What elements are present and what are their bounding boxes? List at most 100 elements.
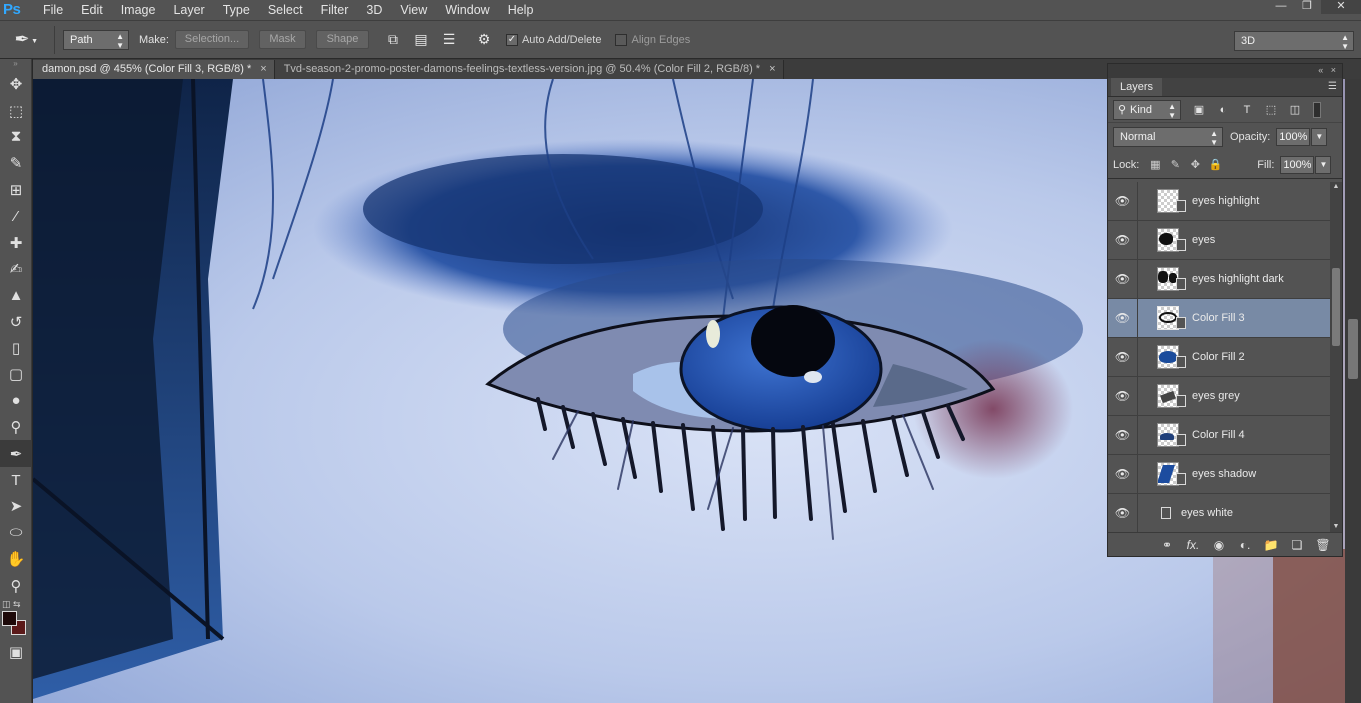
layer-row-color-fill-2[interactable]: 👁 Color Fill 2: [1108, 337, 1330, 377]
canvas-vertical-scrollbar[interactable]: [1345, 79, 1361, 703]
pen-tool-icon[interactable]: ✒: [0, 440, 32, 467]
make-shape-button[interactable]: Shape: [315, 30, 369, 49]
visibility-eye-icon[interactable]: 👁: [1108, 259, 1138, 299]
lock-transparency-icon[interactable]: ▦: [1145, 156, 1165, 174]
marquee-tool-icon[interactable]: ⬚: [0, 97, 32, 123]
menu-filter[interactable]: Filter: [312, 0, 358, 20]
lasso-tool-icon[interactable]: ⧗: [0, 124, 32, 150]
layer-row-eyes-grey[interactable]: 👁 eyes grey: [1108, 376, 1330, 416]
visibility-eye-icon[interactable]: 👁: [1108, 337, 1138, 377]
path-operations-icon[interactable]: ⧉: [382, 29, 404, 51]
default-colors-icon[interactable]: ◫ ⇆: [2, 599, 21, 610]
blur-tool-icon[interactable]: ●: [0, 388, 32, 414]
scroll-thumb[interactable]: [1348, 319, 1358, 379]
path-arrangement-icon[interactable]: ☰: [438, 29, 460, 51]
dodge-tool-icon[interactable]: ⚲: [0, 414, 32, 440]
layers-scrollbar[interactable]: ▲ ▼: [1330, 182, 1342, 532]
shape-layer-filter-icon[interactable]: ⬚: [1261, 101, 1281, 119]
lock-image-icon[interactable]: ✎: [1165, 156, 1185, 174]
align-edges-checkbox[interactable]: [615, 33, 628, 46]
align-edges-option[interactable]: Align Edges: [615, 33, 690, 46]
hand-tool-icon[interactable]: ✋: [0, 546, 32, 572]
close-icon[interactable]: ✕: [1321, 0, 1361, 14]
workspace-select[interactable]: 3D ▲ ▼: [1234, 31, 1354, 51]
visibility-eye-icon[interactable]: 👁: [1108, 376, 1138, 416]
visibility-eye-icon[interactable]: 👁: [1108, 182, 1138, 221]
auto-add-delete-checkbox[interactable]: ✓: [505, 33, 518, 46]
layer-style-icon[interactable]: fx.: [1180, 538, 1206, 552]
zoom-tool-icon[interactable]: ⚲: [0, 572, 32, 598]
visibility-eye-icon[interactable]: 👁: [1108, 454, 1138, 494]
layer-row-eyes[interactable]: 👁 eyes: [1108, 220, 1330, 260]
close-icon[interactable]: ×: [260, 60, 266, 79]
tool-preset-picker[interactable]: ✒ ▼: [0, 26, 44, 54]
close-icon[interactable]: ×: [769, 60, 775, 79]
auto-add-delete-option[interactable]: ✓ Auto Add/Delete: [505, 33, 601, 46]
menu-layer[interactable]: Layer: [164, 0, 213, 20]
lock-all-icon[interactable]: 🔒: [1205, 156, 1225, 174]
tab-damon-psd[interactable]: damon.psd @ 455% (Color Fill 3, RGB/8) *…: [33, 60, 275, 79]
new-layer-icon[interactable]: ❏: [1284, 538, 1310, 552]
lock-position-icon[interactable]: ✥: [1185, 156, 1205, 174]
pixel-layer-filter-icon[interactable]: ▣: [1189, 101, 1209, 119]
add-mask-icon[interactable]: ◉: [1206, 538, 1232, 552]
opacity-field[interactable]: 100%: [1276, 128, 1311, 146]
move-tool-icon[interactable]: ✥: [0, 71, 32, 97]
chevron-down-icon[interactable]: ▼: [1315, 155, 1332, 174]
pen-mode-select[interactable]: Path ▲ ▼: [63, 29, 129, 50]
chevron-down-icon[interactable]: ▼: [1311, 128, 1328, 146]
scroll-up-icon[interactable]: ▲: [1330, 182, 1342, 192]
eyedropper-tool-icon[interactable]: ⁄: [0, 203, 32, 229]
spot-healing-tool-icon[interactable]: ✚: [0, 229, 32, 255]
make-mask-button[interactable]: Mask: [258, 30, 306, 49]
new-group-icon[interactable]: 📁: [1258, 538, 1284, 552]
menu-view[interactable]: View: [391, 0, 436, 20]
layer-row-color-fill-3[interactable]: 👁 Color Fill 3: [1108, 298, 1330, 338]
quick-selection-tool-icon[interactable]: ✎: [0, 150, 32, 176]
scroll-thumb[interactable]: [1332, 268, 1340, 346]
layer-row-eyes-highlight-dark[interactable]: 👁 eyes highlight dark: [1108, 259, 1330, 299]
layer-row-eyes-shadow[interactable]: 👁 eyes shadow: [1108, 454, 1330, 494]
visibility-eye-icon[interactable]: 👁: [1108, 493, 1138, 532]
menu-select[interactable]: Select: [259, 0, 312, 20]
layer-row-eyes-white[interactable]: 👁 eyes white: [1108, 493, 1330, 532]
foreground-color-swatch[interactable]: [2, 610, 17, 626]
collapse-panel-icon[interactable]: « ×: [1318, 65, 1336, 75]
crop-tool-icon[interactable]: ⊞: [0, 177, 32, 203]
brush-tool-icon[interactable]: ✍: [0, 256, 32, 282]
visibility-eye-icon[interactable]: 👁: [1108, 415, 1138, 455]
clone-stamp-tool-icon[interactable]: ▲: [0, 282, 32, 308]
tab-layers[interactable]: Layers: [1111, 78, 1163, 96]
layer-row-color-fill-4[interactable]: 👁 Color Fill 4: [1108, 415, 1330, 455]
make-selection-button[interactable]: Selection...: [174, 30, 249, 49]
blend-mode-select[interactable]: Normal ▲ ▼: [1113, 127, 1223, 147]
visibility-eye-icon[interactable]: 👁: [1108, 220, 1138, 260]
layer-row-eyes-highlight[interactable]: 👁 eyes highlight: [1108, 182, 1330, 221]
minimize-icon[interactable]: —: [1269, 0, 1293, 14]
trash-icon[interactable]: 🗑: [1310, 538, 1336, 552]
menu-file[interactable]: File: [34, 0, 72, 20]
filter-toggle[interactable]: [1313, 101, 1321, 118]
fill-field[interactable]: 100%: [1280, 155, 1315, 174]
adjustment-layer-filter-icon[interactable]: ◐: [1213, 101, 1233, 119]
history-brush-tool-icon[interactable]: ↺: [0, 309, 32, 335]
path-selection-tool-icon[interactable]: ➤: [0, 493, 32, 519]
panel-grip-icon[interactable]: »: [0, 59, 31, 71]
smart-object-filter-icon[interactable]: ◫: [1285, 101, 1305, 119]
eraser-tool-icon[interactable]: ▯: [0, 335, 32, 361]
quick-mask-icon[interactable]: ▣: [0, 639, 32, 665]
panel-menu-icon[interactable]: ☰: [1328, 81, 1337, 92]
ellipse-tool-icon[interactable]: ⬭: [0, 520, 32, 546]
link-layers-icon[interactable]: ⚭: [1154, 538, 1180, 552]
scroll-down-icon[interactable]: ▼: [1330, 522, 1342, 532]
type-tool-icon[interactable]: T: [0, 467, 32, 493]
restore-icon[interactable]: ❐: [1295, 0, 1319, 14]
visibility-eye-icon[interactable]: 👁: [1108, 298, 1138, 338]
layer-filter-kind[interactable]: ⚲ Kind ▲ ▼: [1113, 99, 1181, 120]
menu-image[interactable]: Image: [112, 0, 165, 20]
gradient-tool-icon[interactable]: ▢: [0, 361, 32, 387]
type-layer-filter-icon[interactable]: T: [1237, 101, 1257, 119]
tab-tvd-poster[interactable]: Tvd-season-2-promo-poster-damons-feeling…: [274, 60, 784, 79]
new-adjustment-layer-icon[interactable]: ◐.: [1232, 538, 1258, 552]
menu-edit[interactable]: Edit: [72, 0, 112, 20]
